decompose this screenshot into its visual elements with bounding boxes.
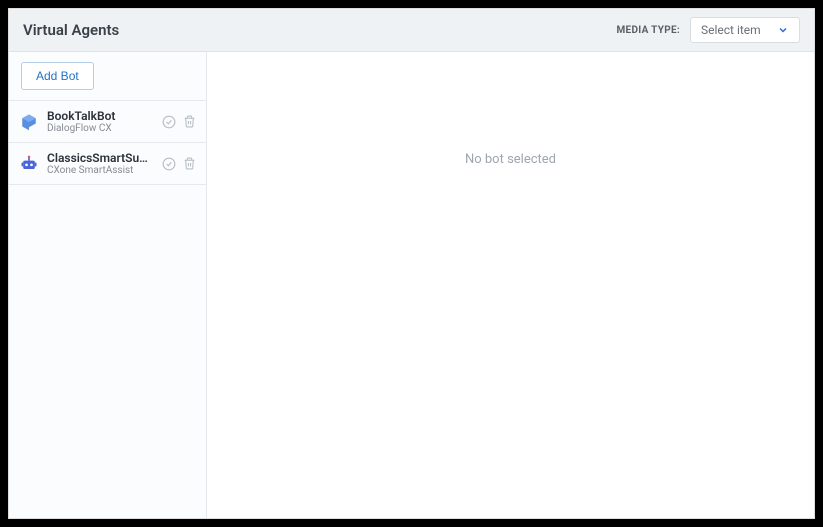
main-panel: No bot selected <box>207 52 814 518</box>
header-controls: MEDIA TYPE: Select item <box>617 17 801 43</box>
bot-text: ClassicsSmartSupport CXone SmartAssist <box>47 151 154 176</box>
body: Add Bot BookTalkBot DialogFlow CX <box>9 52 814 518</box>
bot-text: BookTalkBot DialogFlow CX <box>47 109 154 134</box>
media-type-select[interactable]: Select item <box>690 17 800 43</box>
add-bot-button[interactable]: Add Bot <box>21 62 94 90</box>
bot-list-item[interactable]: BookTalkBot DialogFlow CX <box>9 101 206 143</box>
smartassist-icon <box>19 154 39 174</box>
page-title: Virtual Agents <box>23 21 119 39</box>
bot-subtitle: CXone SmartAssist <box>47 165 154 176</box>
sidebar-top: Add Bot <box>9 52 206 101</box>
bot-list: BookTalkBot DialogFlow CX <box>9 101 206 518</box>
header: Virtual Agents MEDIA TYPE: Select item <box>9 9 814 52</box>
sidebar: Add Bot BookTalkBot DialogFlow CX <box>9 52 207 518</box>
media-type-select-text: Select item <box>701 23 761 37</box>
media-type-label: MEDIA TYPE: <box>617 25 681 36</box>
app-container: Virtual Agents MEDIA TYPE: Select item A… <box>8 8 815 519</box>
bot-list-item[interactable]: ClassicsSmartSupport CXone SmartAssist <box>9 143 206 185</box>
trash-icon[interactable] <box>182 115 196 129</box>
dialogflow-icon <box>19 112 39 132</box>
bot-name: BookTalkBot <box>47 109 154 123</box>
check-circle-icon[interactable] <box>162 115 176 129</box>
bot-name: ClassicsSmartSupport <box>47 151 154 165</box>
check-circle-icon[interactable] <box>162 157 176 171</box>
chevron-down-icon <box>777 24 789 36</box>
bot-subtitle: DialogFlow CX <box>47 123 154 134</box>
empty-state-text: No bot selected <box>465 152 556 167</box>
bot-actions <box>162 115 196 129</box>
trash-icon[interactable] <box>182 157 196 171</box>
bot-actions <box>162 157 196 171</box>
